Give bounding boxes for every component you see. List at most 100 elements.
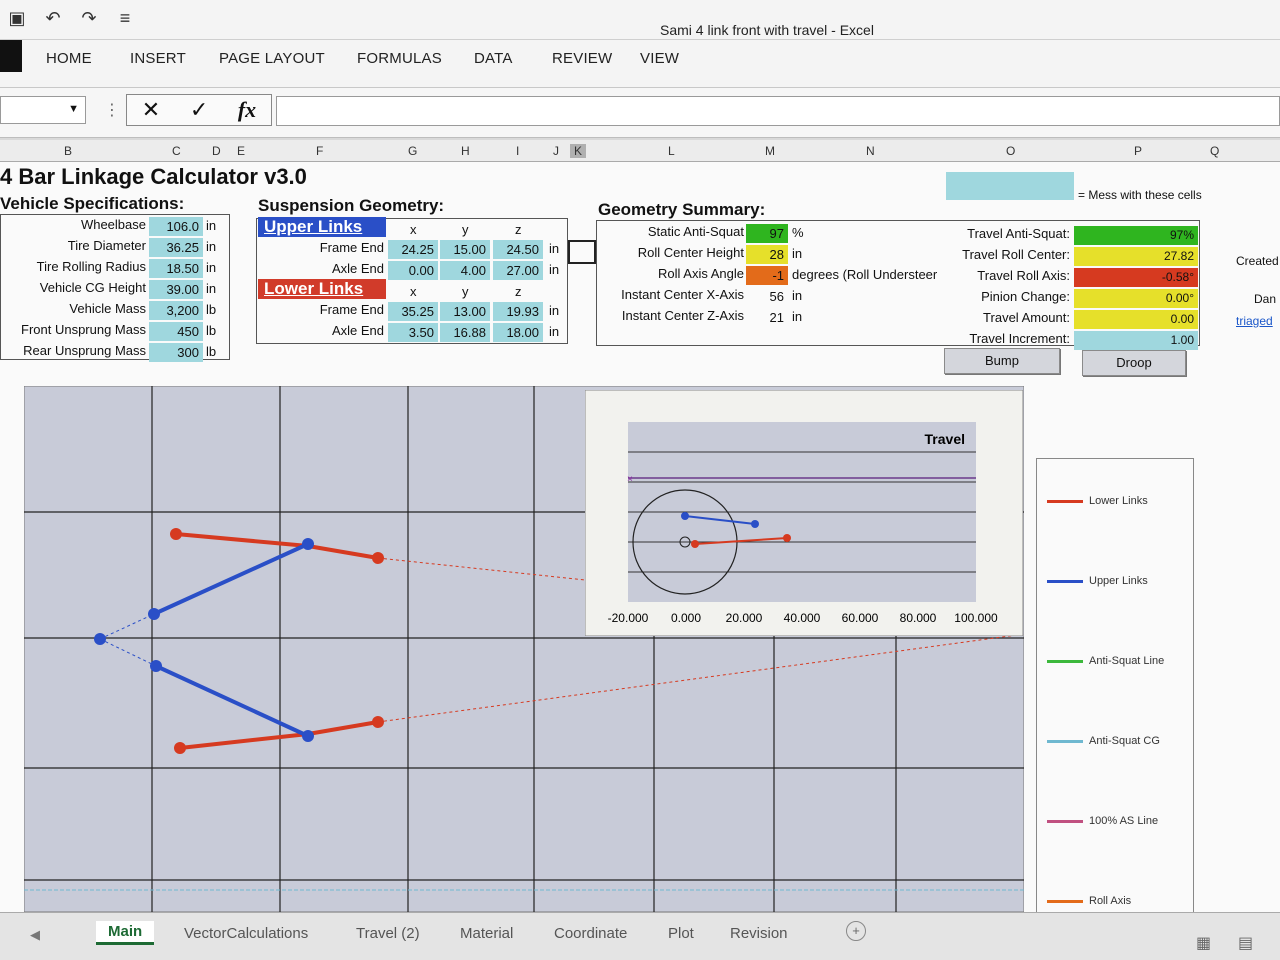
enter-icon[interactable]: ✓ xyxy=(190,97,208,123)
page-layout-view-icon[interactable]: ▤ xyxy=(1238,933,1253,953)
name-box[interactable]: ▼ xyxy=(0,96,86,124)
undo-icon[interactable]: ↶ xyxy=(42,8,64,28)
add-sheet-icon[interactable]: + xyxy=(846,921,866,941)
geometry-value-input[interactable]: 24.25 xyxy=(388,240,438,259)
geometry-value-input[interactable]: 19.93 xyxy=(493,302,543,321)
spec-unit: lb xyxy=(206,323,217,338)
travel-chart: × Travel -20.000 0.000 20.000 40.000 60.000 8… xyxy=(585,390,1023,636)
sheet-tab-revision[interactable]: Revision xyxy=(730,925,788,942)
column-header[interactable]: J xyxy=(553,144,559,158)
geometry-value-input[interactable]: 16.88 xyxy=(440,323,490,342)
legend-swatch xyxy=(1047,499,1083,503)
column-header-selected[interactable]: K xyxy=(570,144,587,158)
lower-link-point xyxy=(170,528,182,540)
save-icon[interactable]: ▣ xyxy=(6,8,28,28)
summary-unit: in xyxy=(792,288,803,303)
sheet-tab-material[interactable]: Material xyxy=(460,925,513,942)
spec-value-input[interactable]: 300 xyxy=(149,343,203,362)
column-header[interactable]: C xyxy=(172,144,181,158)
axis-label: x xyxy=(410,222,417,237)
spec-value-input[interactable]: 3,200 xyxy=(149,301,203,320)
tab-page-layout[interactable]: PAGE LAYOUT xyxy=(219,50,325,67)
spec-unit: lb xyxy=(206,302,217,317)
travel-label: Travel Amount: xyxy=(983,310,1070,325)
travel-label: Travel Roll Axis: xyxy=(977,268,1070,283)
tab-review[interactable]: REVIEW xyxy=(552,50,612,67)
spec-value-input[interactable]: 39.00 xyxy=(149,280,203,299)
marker-icon: × xyxy=(627,474,633,485)
summary-value: -1 xyxy=(746,266,788,285)
sheet-tab-coordinate[interactable]: Coordinate xyxy=(554,925,627,942)
summary-label: Roll Axis Angle xyxy=(658,266,744,281)
summary-value: 21 xyxy=(769,310,784,325)
sheet-tab-main[interactable]: Main xyxy=(96,921,155,945)
column-header[interactable]: N xyxy=(866,144,875,158)
geometry-value-input[interactable]: 15.00 xyxy=(440,240,490,259)
redo-icon[interactable]: ↷ xyxy=(78,8,100,28)
travel-label: Travel Increment: xyxy=(969,331,1070,346)
column-header[interactable]: H xyxy=(461,144,470,158)
column-header[interactable]: D xyxy=(212,144,221,158)
legend-swatch xyxy=(1047,659,1083,663)
tab-home[interactable]: HOME xyxy=(46,50,92,67)
column-header[interactable]: O xyxy=(1006,144,1015,158)
geometry-value-input[interactable]: 4.00 xyxy=(440,261,490,280)
geometry-value-input[interactable]: 35.25 xyxy=(388,302,438,321)
spec-value-input[interactable]: 106.0 xyxy=(149,217,203,236)
summary-heading: Geometry Summary: xyxy=(598,200,766,219)
chevron-down-icon[interactable]: ▼ xyxy=(68,103,79,115)
column-header[interactable]: I xyxy=(516,144,519,158)
geometry-value-input[interactable]: 18.00 xyxy=(493,323,543,342)
legend-item: Upper Links xyxy=(1047,575,1148,587)
travel-value[interactable]: 1.00 xyxy=(1074,331,1198,350)
column-header[interactable]: E xyxy=(237,144,245,158)
sheet-tab-plot[interactable]: Plot xyxy=(668,925,694,942)
spec-value-input[interactable]: 18.50 xyxy=(149,259,203,278)
side-text: Created xyxy=(1236,254,1279,268)
sheet-tab-travel-2[interactable]: Travel (2) xyxy=(356,925,420,942)
column-header[interactable]: G xyxy=(408,144,417,158)
tab-scroll-icon[interactable]: ◀ xyxy=(30,927,40,943)
column-header[interactable]: M xyxy=(765,144,775,158)
tab-data[interactable]: DATA xyxy=(474,50,513,67)
geometry-label: Frame End xyxy=(319,240,384,255)
sheet-tab-vectorcalculations[interactable]: VectorCalculations xyxy=(184,925,308,942)
tab-insert[interactable]: INSERT xyxy=(130,50,186,67)
upper-link-point xyxy=(302,538,314,550)
column-header[interactable]: Q xyxy=(1210,144,1219,158)
legend-label: Anti-Squat Line xyxy=(1089,655,1165,667)
bump-button[interactable]: Bump xyxy=(944,348,1060,374)
lower-links-header: Lower Links xyxy=(258,279,386,299)
legend-swatch xyxy=(1047,739,1083,743)
legend-label: Lower Links xyxy=(1089,495,1148,507)
column-header[interactable]: L xyxy=(668,144,675,158)
cancel-icon[interactable]: ✕ xyxy=(142,97,160,123)
summary-value: 56 xyxy=(769,289,784,304)
tab-formulas[interactable]: FORMULAS xyxy=(357,50,442,67)
geometry-value-input[interactable]: 27.00 xyxy=(493,261,543,280)
selected-cell[interactable] xyxy=(568,240,596,264)
column-header[interactable]: B xyxy=(64,144,72,158)
geometry-value-input[interactable]: 24.50 xyxy=(493,240,543,259)
title-bar: ▣ ↶ ↷ ≡ Sami 4 link front with travel - … xyxy=(0,0,1280,40)
geometry-unit: in xyxy=(549,262,560,277)
travel-label: Travel Anti-Squat: xyxy=(967,226,1070,241)
spec-value-input[interactable]: 36.25 xyxy=(149,238,203,257)
customize-icon[interactable]: ≡ xyxy=(114,8,136,28)
normal-view-icon[interactable]: ▦ xyxy=(1196,933,1211,953)
droop-button[interactable]: Droop xyxy=(1082,350,1186,376)
x-tick-label: 100.000 xyxy=(954,611,998,625)
column-header[interactable]: F xyxy=(316,144,323,158)
spec-label: Rear Unsprung Mass xyxy=(23,343,146,358)
spec-value-input[interactable]: 450 xyxy=(149,322,203,341)
formula-input[interactable] xyxy=(276,96,1280,126)
side-link[interactable]: triaged xyxy=(1236,314,1273,328)
geometry-value-input[interactable]: 0.00 xyxy=(388,261,438,280)
file-tab[interactable] xyxy=(0,40,22,72)
geometry-value-input[interactable]: 3.50 xyxy=(388,323,438,342)
tab-view[interactable]: VIEW xyxy=(640,50,679,67)
column-header[interactable]: P xyxy=(1134,144,1142,158)
geometry-value-input[interactable]: 13.00 xyxy=(440,302,490,321)
summary-label: Static Anti-Squat xyxy=(647,224,744,239)
insert-function-button[interactable]: fx xyxy=(238,97,256,123)
